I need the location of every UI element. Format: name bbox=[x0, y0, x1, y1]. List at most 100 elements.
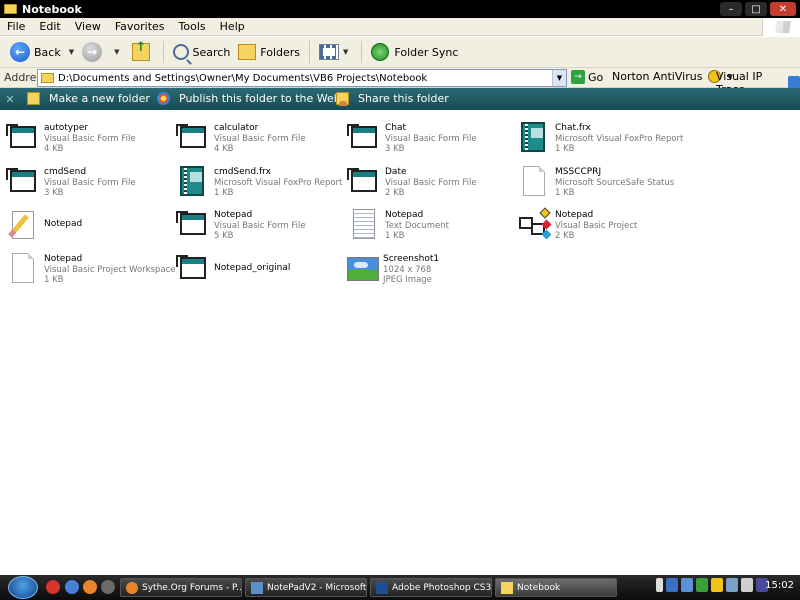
clock[interactable]: 15:02 bbox=[765, 580, 794, 591]
file-type: Text Document bbox=[385, 221, 449, 231]
jpeg-image-icon bbox=[345, 251, 379, 285]
file-type: Visual Basic Form File bbox=[214, 221, 306, 231]
tray-expand-icon[interactable] bbox=[656, 578, 663, 592]
go-button[interactable]: → Go bbox=[571, 70, 603, 84]
folder-icon bbox=[4, 4, 17, 14]
share-folder-button[interactable]: Share this folder bbox=[336, 92, 449, 106]
file-size: 2 KB bbox=[555, 231, 575, 241]
blank-document-icon bbox=[6, 251, 40, 285]
back-button[interactable]: ← Back bbox=[6, 40, 65, 64]
title-bar: Notebook – □ ✕ bbox=[0, 0, 800, 18]
share-folder-icon bbox=[336, 92, 349, 106]
menu-tools[interactable]: Tools bbox=[172, 20, 213, 33]
menu-view[interactable]: View bbox=[68, 20, 108, 33]
file-type: Microsoft Visual FoxPro Report bbox=[555, 134, 684, 144]
standard-toolbar: ← Back ▼ → ▼ Search Folders ▼ Folder Syn… bbox=[0, 37, 800, 68]
address-dropdown-icon[interactable]: ▼ bbox=[552, 70, 566, 86]
forward-arrow-icon: → bbox=[82, 42, 103, 62]
forward-dropdown-icon[interactable]: ▼ bbox=[114, 48, 119, 56]
file-name: Chat.frx bbox=[555, 123, 591, 133]
file-type: Visual Basic Form File bbox=[44, 178, 136, 188]
folder-icon bbox=[501, 581, 513, 594]
tray-norton-icon[interactable] bbox=[711, 578, 723, 592]
vbform-icon bbox=[6, 164, 40, 198]
search-button[interactable]: Search bbox=[169, 40, 235, 64]
close-band-icon[interactable]: ✕ bbox=[2, 93, 18, 106]
file-name: Notepad bbox=[44, 254, 83, 264]
file-size: 1 KB bbox=[555, 188, 575, 198]
quicklaunch-ie-icon[interactable] bbox=[65, 580, 79, 594]
go-arrow-icon: → bbox=[571, 70, 585, 84]
file-item[interactable]: Chat Visual Basic Form File 3 KB bbox=[347, 120, 517, 164]
notepad-app-icon bbox=[6, 207, 40, 241]
menu-help[interactable]: Help bbox=[213, 20, 252, 33]
back-dropdown-icon[interactable]: ▼ bbox=[69, 48, 74, 56]
file-item[interactable]: Date Visual Basic Form File 2 KB bbox=[347, 164, 517, 208]
tray-green-icon[interactable] bbox=[696, 578, 708, 592]
task-notebook[interactable]: Notebook bbox=[495, 578, 617, 597]
vbform-icon bbox=[6, 120, 40, 154]
vb-ide-icon bbox=[251, 581, 263, 594]
file-item[interactable]: Screenshot1 1024 x 768 JPEG Image bbox=[345, 251, 515, 295]
file-item[interactable]: cmdSend.frx Microsoft Visual FoxPro Repor… bbox=[176, 164, 346, 208]
address-input[interactable]: D:\Documents and Settings\Owner\My Docum… bbox=[37, 69, 567, 87]
publish-web-icon bbox=[157, 92, 170, 105]
file-item[interactable]: MSSCCPRJ Microsoft SourceSafe Status 1 KB bbox=[517, 164, 687, 208]
file-item[interactable]: Notepad bbox=[6, 207, 176, 251]
folder-sync-button[interactable]: Folder Sync bbox=[367, 40, 462, 64]
file-size: 3 KB bbox=[385, 144, 405, 154]
file-item[interactable]: cmdSend Visual Basic Form File 3 KB bbox=[6, 164, 176, 208]
tray-network-icon[interactable] bbox=[666, 578, 678, 592]
windows-taskbar: Sythe.Org Forums - P... NotePadV2 - Micr… bbox=[0, 575, 800, 600]
tray-volume-icon[interactable] bbox=[741, 578, 753, 592]
file-size: 3 KB bbox=[44, 188, 64, 198]
file-item[interactable]: Notepad_original bbox=[176, 251, 346, 295]
foxpro-report-icon bbox=[176, 164, 210, 198]
menu-file[interactable]: File bbox=[0, 20, 32, 33]
file-item[interactable]: Notepad Text Document 1 KB bbox=[347, 207, 517, 251]
tray-monitor-icon[interactable] bbox=[726, 578, 738, 592]
quicklaunch-aim-icon[interactable] bbox=[46, 580, 60, 594]
file-item[interactable]: Chat.frx Microsoft Visual FoxPro Report 1 … bbox=[517, 120, 687, 164]
file-name: Date bbox=[385, 167, 407, 177]
file-item[interactable]: calculator Visual Basic Form File 4 KB bbox=[176, 120, 346, 164]
task-sythe-forums[interactable]: Sythe.Org Forums - P... bbox=[120, 578, 242, 597]
task-notepadv2[interactable]: NotePadV2 - Microsoft... bbox=[245, 578, 367, 597]
file-size: JPEG Image bbox=[383, 275, 432, 285]
file-item[interactable]: Notepad Visual Basic Project Workspace 1 K… bbox=[6, 251, 176, 295]
make-new-folder-label: Make a new folder bbox=[49, 92, 150, 105]
file-size: 1 KB bbox=[214, 188, 234, 198]
make-new-folder-button[interactable]: Make a new folder bbox=[27, 92, 150, 105]
tray-vb-icon[interactable] bbox=[681, 578, 693, 592]
file-type: Visual Basic Form File bbox=[214, 134, 306, 144]
minimize-button[interactable]: – bbox=[720, 2, 742, 16]
publish-folder-button[interactable]: Publish this folder to the Web bbox=[157, 92, 341, 105]
file-name: Notepad bbox=[385, 210, 424, 220]
quicklaunch-firefox-icon[interactable] bbox=[83, 580, 97, 594]
forward-button[interactable]: → bbox=[78, 40, 110, 64]
up-folder-button[interactable] bbox=[124, 40, 158, 64]
menu-favorites[interactable]: Favorites bbox=[108, 20, 172, 33]
file-item[interactable]: Notepad Visual Basic Form File 5 KB bbox=[176, 207, 346, 251]
file-item[interactable]: Notepad Visual Basic Project 2 KB bbox=[517, 207, 687, 251]
file-type: Visual Basic Project bbox=[555, 221, 638, 231]
file-item[interactable]: autotyper Visual Basic Form File 4 KB bbox=[6, 120, 176, 164]
menu-edit[interactable]: Edit bbox=[32, 20, 67, 33]
close-button[interactable]: ✕ bbox=[770, 2, 796, 16]
file-name: Notepad bbox=[214, 210, 253, 220]
vbform-icon bbox=[347, 164, 381, 198]
folders-button[interactable]: Folders bbox=[234, 40, 304, 64]
file-name: calculator bbox=[214, 123, 259, 133]
command-band: ✕ Make a new folder Publish this folder … bbox=[0, 88, 800, 110]
start-button[interactable] bbox=[8, 576, 38, 599]
maximize-button[interactable]: □ bbox=[745, 2, 767, 16]
go-label: Go bbox=[588, 70, 604, 84]
file-size: 1 KB bbox=[555, 144, 575, 154]
views-dropdown-icon: ▼ bbox=[343, 48, 349, 56]
quicklaunch-expand-icon[interactable] bbox=[101, 580, 115, 594]
vbform-icon bbox=[176, 120, 210, 154]
task-photoshop[interactable]: Adobe Photoshop CS3... bbox=[370, 578, 492, 597]
views-button[interactable]: ▼ bbox=[315, 40, 356, 64]
file-size: 1 KB bbox=[44, 275, 64, 285]
window-controls: – □ ✕ bbox=[720, 2, 796, 16]
